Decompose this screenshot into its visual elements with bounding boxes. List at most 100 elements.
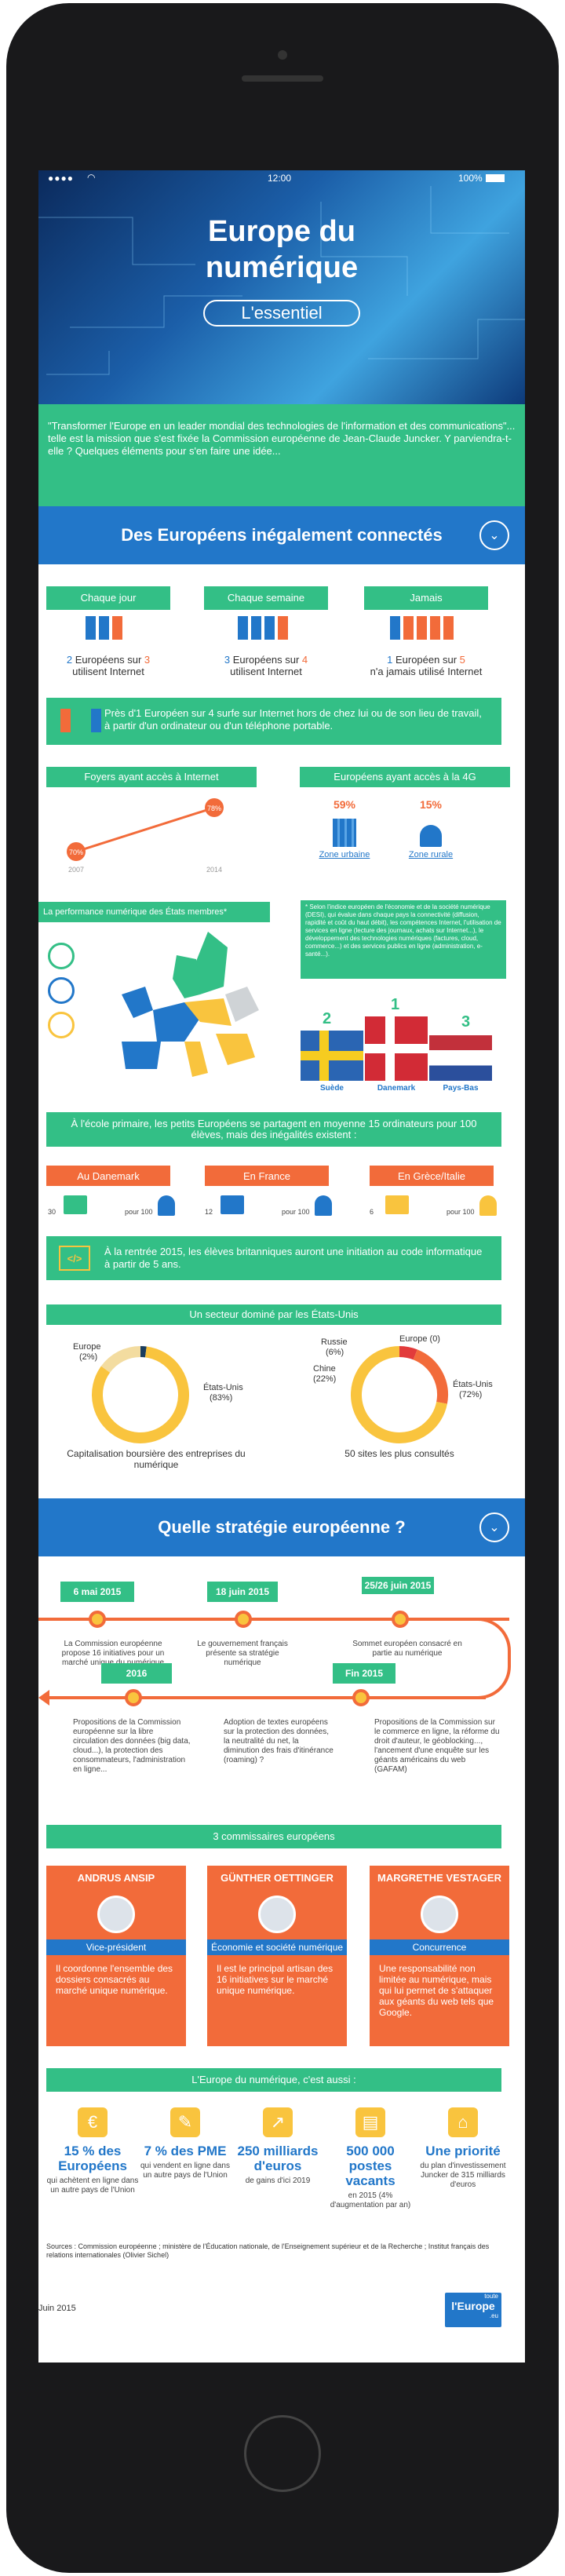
tag-icon: ✎	[170, 2107, 200, 2137]
school-row-denmark: 30 pour 100	[46, 1191, 180, 1222]
page-subtitle: L'essentiel	[203, 300, 360, 327]
school-row-france: 12 pour 100	[203, 1191, 337, 1222]
rural-pct: 15%	[419, 798, 443, 811]
house-icon	[420, 825, 442, 847]
code-icon: </>	[59, 1246, 90, 1271]
usage-label-never: Jamais	[364, 586, 488, 610]
school-row-greece-italy: 6 pour 100	[368, 1191, 501, 1222]
toute-leurope-logo[interactable]: toute l'Europe .eu	[445, 2293, 501, 2327]
country-sweden: Suède	[319, 1084, 344, 1093]
section-strategy-title: Quelle stratégie européenne ?	[158, 1517, 406, 1537]
battery-text: 100%	[458, 173, 483, 184]
person-icon	[443, 616, 454, 640]
rank-denmark: 1	[391, 996, 400, 1013]
screen: ●●●● ◠ 12:00 100% Europe du numérique L'…	[38, 170, 525, 2363]
person-icon	[251, 616, 261, 640]
country-denmark: Danemark	[377, 1084, 416, 1093]
legend-circle-mid	[48, 977, 75, 1004]
cap-value-europe: (2%)	[79, 1352, 97, 1362]
commissioner-card: ANDRUS ANSIP Vice-président Il coordonne…	[46, 1866, 186, 2046]
person-icon	[278, 616, 288, 640]
timeline-text-2: Le gouvernement français présente sa str…	[197, 1640, 288, 1667]
flag-netherlands	[429, 1035, 492, 1081]
avatar	[97, 1896, 135, 1933]
footer: Juin 2015 toute l'Europe .eu	[38, 2274, 525, 2363]
stat-item: €15 % des Européens qui achètent en ligne…	[46, 2107, 139, 2195]
top-sites-pie: Russie (6%) Europe (0) Chine (22%) États…	[313, 1334, 493, 1443]
commissioner-card: GÜNTHER OETTINGER Économie et société nu…	[207, 1866, 347, 2046]
pie-slice	[399, 1346, 417, 1360]
header-banner: ●●●● ◠ 12:00 100% Europe du numérique L'…	[38, 170, 525, 404]
sites-label-us: États-Unis	[453, 1379, 493, 1389]
europe-map	[122, 932, 259, 1077]
households-value-2007: 70%	[69, 848, 83, 856]
timeline-date-4: 2016	[101, 1663, 172, 1684]
avatar	[421, 1896, 458, 1933]
home-button[interactable]	[244, 2415, 321, 2492]
stat-item: ↗ 250 milliards d'euros de gains d'ici 201…	[231, 2107, 324, 2186]
chevron-down-icon[interactable]: ⌄	[479, 1512, 509, 1542]
section-strategy-header[interactable]: Quelle stratégie européenne ? ⌄	[38, 1498, 525, 1556]
stats-label: L'Europe du numérique, c'est aussi :	[46, 2068, 501, 2092]
timeline-text-6: Propositions de la Commission sur le com…	[374, 1718, 500, 1774]
growth-chart-icon: ↗	[263, 2107, 293, 2137]
urban-pct: 59%	[333, 798, 356, 811]
cap-label-us: États-Unis	[203, 1382, 243, 1392]
cap-label-europe: Europe	[73, 1342, 100, 1352]
section-connected-header[interactable]: Des Européens inégalement connectés ⌄	[38, 506, 525, 564]
desi-note-text: * Selon l'indice européen de l'économie …	[305, 903, 501, 958]
timeline-dot	[125, 1689, 142, 1706]
timeline-curve	[478, 1618, 511, 1699]
graduate-icon	[315, 1195, 332, 1216]
cap-title: Capitalisation boursière des entreprises…	[67, 1448, 246, 1470]
chevron-down-icon[interactable]: ⌄	[479, 520, 509, 550]
section-connected-title: Des Européens inégalement connectés	[121, 525, 443, 545]
households-line	[75, 806, 215, 853]
school-label-greece-italy: En Grèce/Italie	[370, 1166, 494, 1186]
capitalisation-pie: Europe (2%) États-Unis (83%)	[73, 1342, 243, 1443]
mobile-use-text: Près d'1 Européen sur 4 surfe sur Intern…	[104, 707, 482, 732]
sites-title: 50 sites les plus consultés	[344, 1448, 454, 1459]
stats-row: €15 % des Européens qui achètent en ligne…	[46, 2107, 517, 2233]
computer-icon	[385, 1195, 409, 1214]
graduate-icon	[479, 1195, 497, 1216]
euro-icon: €	[78, 2107, 108, 2137]
households-year-2007: 2007	[68, 866, 84, 874]
footer-date: Juin 2015	[38, 2304, 76, 2313]
intro-panel: "Transformer l'Europe en un leader mondi…	[38, 404, 525, 506]
person-icon	[238, 616, 248, 640]
school-label-denmark: Au Danemark	[46, 1166, 170, 1186]
usage-text-weekly: 3 Européens sur 4 utilisent Internet	[224, 654, 308, 677]
computer-icon	[221, 1195, 244, 1214]
households-line-chart: 70% 78% 2007 2014	[67, 798, 224, 874]
phone-speaker	[242, 75, 323, 82]
timeline-dot	[392, 1611, 409, 1628]
rank-sweden: 2	[323, 1010, 332, 1027]
code-note-text: À la rentrée 2015, les élèves britanniqu…	[104, 1246, 483, 1270]
usage-label-daily: Chaque jour	[46, 586, 170, 610]
circuit-background	[38, 186, 525, 375]
capitalisation-pie-slices	[92, 1346, 189, 1443]
us-dominance-label: Un secteur dominé par les États-Unis	[46, 1304, 501, 1325]
person-icon	[99, 616, 109, 640]
stat-item: ✎ 7 % des PME qui vendent en ligne dans un…	[139, 2107, 231, 2180]
sites-label-china: Chine	[313, 1364, 336, 1374]
school-label-france: En France	[205, 1166, 329, 1186]
person-icon	[60, 709, 71, 732]
person-icon	[430, 616, 440, 640]
legend-circle-high	[48, 943, 75, 969]
commissioners-label: 3 commissaires européens	[46, 1825, 501, 1848]
households-year-2014: 2014	[206, 866, 222, 874]
people-icon-group-weekly	[236, 616, 307, 644]
mobile-use-panel: Près d'1 Européen sur 4 surfe sur Intern…	[46, 698, 501, 745]
person-icon	[417, 616, 427, 640]
rural-label: Zone rurale	[408, 850, 454, 859]
graduate-icon	[158, 1195, 175, 1216]
person-icon	[403, 616, 414, 640]
sites-value-us: (72%)	[459, 1390, 482, 1399]
usage-text-daily: 2 Européens sur 3 utilisent Internet	[66, 654, 151, 677]
pie-slice	[413, 1349, 448, 1404]
code-note-panel: </> À la rentrée 2015, les élèves britan…	[46, 1236, 501, 1280]
signal-icon: ●●●●	[48, 173, 74, 184]
battery-icon	[486, 174, 505, 182]
